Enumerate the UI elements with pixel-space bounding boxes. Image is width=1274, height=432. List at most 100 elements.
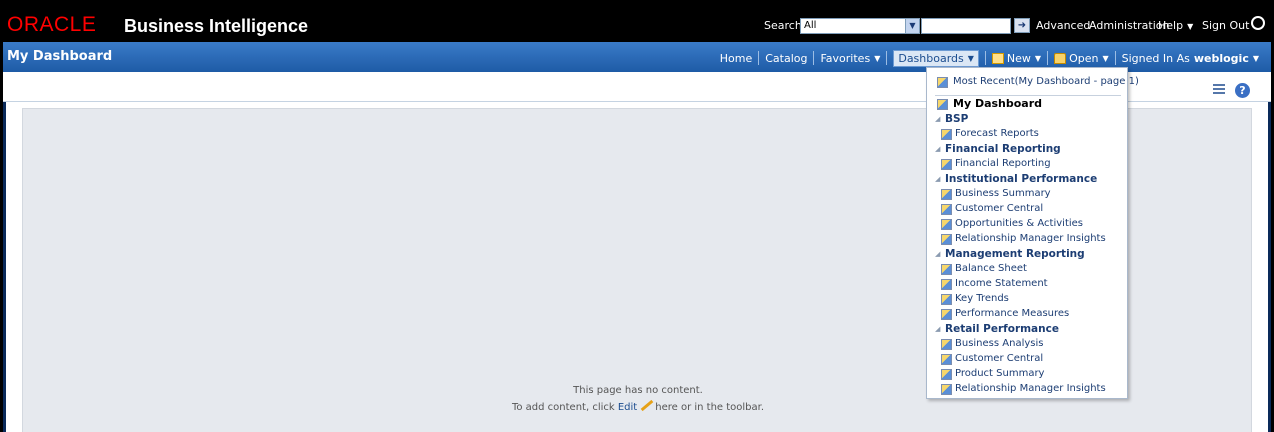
dashboard-icon [941, 279, 952, 290]
menu-item-label: Relationship Manager Insights [955, 233, 1106, 244]
dashboard-icon [937, 99, 948, 110]
signout-link[interactable]: Sign Out [1202, 19, 1249, 33]
menu-item-dashboard[interactable]: Relationship Manager Insights [927, 382, 1127, 396]
menu-item-most-recent[interactable]: Most Recent(My Dashboard - page 1) [927, 75, 1139, 89]
menu-item-label: Business Analysis [955, 338, 1044, 349]
chevron-down-icon: ▼ [1102, 53, 1109, 63]
menu-group-label: Financial Reporting [945, 143, 1061, 155]
search-input[interactable] [921, 18, 1011, 34]
menu-item-label: Most Recent(My Dashboard - page 1) [953, 76, 1139, 87]
empty-hint-suffix: here or in the toolbar. [655, 402, 765, 413]
menu-item-label: Business Summary [955, 188, 1051, 199]
dashboard-icon [941, 339, 952, 350]
product-name: Business Intelligence [124, 16, 309, 36]
menu-item-my-dashboard[interactable]: My Dashboard [927, 97, 1127, 111]
collapse-triangle-icon[interactable]: ◢ [935, 142, 940, 156]
edit-link[interactable]: Edit [618, 402, 637, 413]
dashboard-icon [941, 129, 952, 140]
chevron-down-icon[interactable]: ▼ [905, 19, 919, 33]
menu-group-label: Retail Performance [945, 323, 1059, 335]
menu-item-dashboard[interactable]: Income Statement [927, 277, 1127, 291]
signed-in-user: weblogic [1193, 51, 1249, 65]
collapse-triangle-icon[interactable]: ◢ [935, 112, 940, 126]
search-go-button[interactable]: ➜ [1014, 18, 1030, 33]
help-menu-label: Help [1158, 19, 1184, 32]
nav-divider [1047, 51, 1049, 65]
nav-catalog[interactable]: Catalog [765, 52, 807, 65]
menu-item-label: Relationship Manager Insights [955, 383, 1106, 394]
search-scope-value: All [804, 20, 817, 31]
menu-item-dashboard[interactable]: Key Trends [927, 292, 1127, 306]
page-options-icon[interactable] [1213, 84, 1225, 94]
folder-icon [1054, 52, 1067, 64]
menu-group-header[interactable]: ◢ BSP [927, 112, 1127, 126]
user-menu[interactable]: weblogic ▼ [1190, 52, 1259, 65]
menu-group-header[interactable]: ◢ Financial Reporting [927, 142, 1127, 156]
dashboard-icon [941, 204, 952, 215]
menu-group-header[interactable]: ◢ Institutional Performance [927, 172, 1127, 186]
menu-group-label: Management Reporting [945, 248, 1085, 260]
menu-item-label: Income Statement [955, 278, 1048, 289]
nav-new[interactable]: New ▼ [991, 52, 1041, 65]
nav-divider [886, 51, 888, 65]
header-nav: Home Catalog Favorites ▼ Dashboards ▼ New ▼… [720, 49, 1259, 67]
menu-item-dashboard[interactable]: Business Analysis [927, 337, 1127, 351]
pencil-icon [639, 400, 653, 410]
menu-item-label: Customer Central [955, 353, 1044, 364]
menu-group-label: BSP [945, 113, 969, 125]
nav-open[interactable]: Open ▼ [1054, 52, 1109, 65]
menu-item-label: Forecast Reports [955, 128, 1039, 139]
signed-in-label: Signed In As [1121, 51, 1190, 65]
window-right-border [1268, 102, 1271, 432]
menu-item-label: Customer Central [955, 203, 1044, 214]
collapse-triangle-icon[interactable]: ◢ [935, 172, 940, 186]
help-menu[interactable]: Help ▼ [1158, 19, 1193, 34]
dashboard-icon [941, 264, 952, 275]
nav-home[interactable]: Home [720, 52, 752, 65]
new-document-icon [991, 52, 1004, 64]
menu-item-dashboard[interactable]: Business Summary [927, 187, 1127, 201]
oracle-logo: ORACLE [7, 13, 97, 36]
search-scope-select[interactable]: All ▼ [800, 18, 920, 34]
dashboards-dropdown-menu: Most Recent(My Dashboard - page 1) My Da… [926, 67, 1139, 399]
nav-divider [984, 51, 986, 65]
help-icon[interactable]: ? [1235, 83, 1250, 98]
dashboard-icon [941, 189, 952, 200]
collapse-triangle-icon[interactable]: ◢ [935, 322, 940, 336]
arrow-right-icon: ➜ [1017, 20, 1027, 31]
menu-item-label: Financial Reporting [955, 158, 1051, 169]
menu-item-dashboard[interactable]: Relationship Manager Insights [927, 232, 1127, 246]
global-header: ORACLE Business Intelligence Search All … [3, 5, 1271, 42]
menu-item-dashboard[interactable]: Product Summary [927, 367, 1127, 381]
dashboard-icon [941, 159, 952, 170]
menu-item-dashboard[interactable]: Customer Central [927, 352, 1127, 366]
nav-dashboards[interactable]: Dashboards ▼ [893, 49, 979, 67]
chevron-down-icon: ▼ [967, 53, 974, 63]
signout-icon[interactable] [1251, 16, 1265, 30]
menu-group-header[interactable]: ◢ Retail Performance [927, 322, 1127, 336]
menu-group-header[interactable]: ◢ Management Reporting [927, 247, 1127, 261]
search-label: Search [764, 19, 802, 32]
nav-favorites[interactable]: Favorites ▼ [820, 52, 880, 65]
collapse-triangle-icon[interactable]: ◢ [935, 247, 940, 261]
menu-item-dashboard[interactable]: Forecast Reports [927, 127, 1127, 141]
menu-divider [935, 95, 1121, 96]
window-left-border [3, 102, 6, 432]
nav-divider [813, 51, 815, 65]
menu-item-dashboard[interactable]: Performance Measures [927, 307, 1127, 321]
menu-item-label: My Dashboard [953, 97, 1043, 110]
dashboard-icon [941, 369, 952, 380]
menu-item-label: Performance Measures [955, 308, 1070, 319]
dashboard-icon [941, 309, 952, 320]
menu-item-dashboard[interactable]: Customer Central [927, 202, 1127, 216]
menu-group-label: Institutional Performance [945, 173, 1098, 185]
menu-item-dashboard[interactable]: Balance Sheet [927, 262, 1127, 276]
menu-item-dashboard[interactable]: Financial Reporting [927, 157, 1127, 171]
nav-divider [758, 51, 760, 65]
advanced-link[interactable]: Advanced [1036, 19, 1090, 33]
menu-item-dashboard[interactable]: Opportunities & Activities [927, 217, 1127, 231]
empty-page-hint: To add content, click Edit here or in the… [23, 400, 1253, 415]
menu-item-label: Key Trends [955, 293, 1009, 304]
nav-favorites-label: Favorites [820, 51, 871, 65]
dashboard-icon [941, 234, 952, 245]
